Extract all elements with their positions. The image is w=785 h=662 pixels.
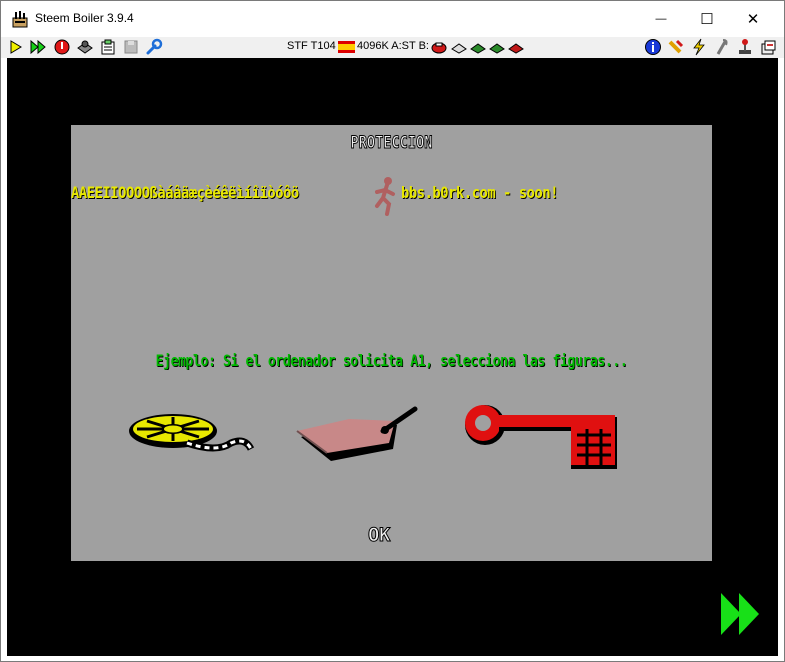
- disk-manager-icon[interactable]: [122, 38, 140, 56]
- window-title: Steem Boiler 3.9.4: [35, 11, 134, 25]
- ok-button[interactable]: OK: [367, 524, 391, 547]
- maximize-button[interactable]: ☐: [684, 1, 730, 37]
- options-icon[interactable]: [759, 38, 777, 56]
- minimize-button[interactable]: —: [638, 1, 684, 37]
- bbs-text: bbs.b0rk.com - soon!: [401, 183, 559, 202]
- example-text: Ejemplo: Si el ordenador solicita A1, se…: [155, 351, 628, 370]
- reset-icon[interactable]: [53, 38, 71, 56]
- title-bar[interactable]: Steem Boiler 3.9.4 — ☐ ✕: [1, 1, 784, 37]
- tag-icon[interactable]: [293, 403, 421, 465]
- joystick-icon[interactable]: [736, 38, 754, 56]
- wrench-icon[interactable]: [145, 38, 163, 56]
- lightning-icon[interactable]: [690, 38, 708, 56]
- key-icon[interactable]: [461, 399, 621, 471]
- close-button[interactable]: ✕: [730, 1, 776, 37]
- st-icon-1[interactable]: [469, 38, 487, 56]
- steem-app-icon: [12, 11, 28, 28]
- minimize-icon: —: [655, 13, 667, 25]
- fast-forward-button-icon[interactable]: [719, 591, 763, 637]
- film-reel-icon[interactable]: [127, 407, 257, 459]
- spanish-flag-icon[interactable]: [338, 41, 355, 53]
- drive-b-icon[interactable]: [430, 38, 448, 56]
- close-icon: ✕: [746, 11, 760, 28]
- paste-icon[interactable]: [99, 38, 117, 56]
- maximize-icon: ☐: [700, 11, 714, 28]
- harddrive-icon[interactable]: [450, 38, 468, 56]
- charset-text: AAEEIIOOOOßàáâäæçèéêëìíîïòóôö: [71, 183, 299, 202]
- play-icon[interactable]: [7, 38, 25, 56]
- info-icon[interactable]: [644, 38, 662, 56]
- running-man-icon: [375, 177, 395, 216]
- dialog-title: PROTECCION: [350, 133, 433, 154]
- emulator-window: Steem Boiler 3.9.4 — ☐ ✕ STF T104 4096K …: [0, 0, 785, 662]
- st-icon-2[interactable]: [488, 38, 506, 56]
- snapshot-icon[interactable]: [76, 38, 94, 56]
- memory-text: 4096K A:ST B:: [357, 40, 429, 52]
- patches-icon[interactable]: [713, 38, 731, 56]
- protection-dialog: PROTECCION AAEEIIOOOOßàáâäæçèéêëìíîïòóôö…: [71, 125, 712, 561]
- toolbar: STF T104 4096K A:ST B:: [1, 37, 784, 58]
- emulator-screen[interactable]: PROTECCION AAEEIIOOOOßàáâäæçèéêëìíîïòóôö…: [7, 58, 778, 656]
- fast-forward-icon[interactable]: [29, 38, 47, 56]
- shortcuts-icon[interactable]: [667, 38, 685, 56]
- status-text: STF T104: [287, 40, 336, 52]
- st-icon-3[interactable]: [507, 38, 525, 56]
